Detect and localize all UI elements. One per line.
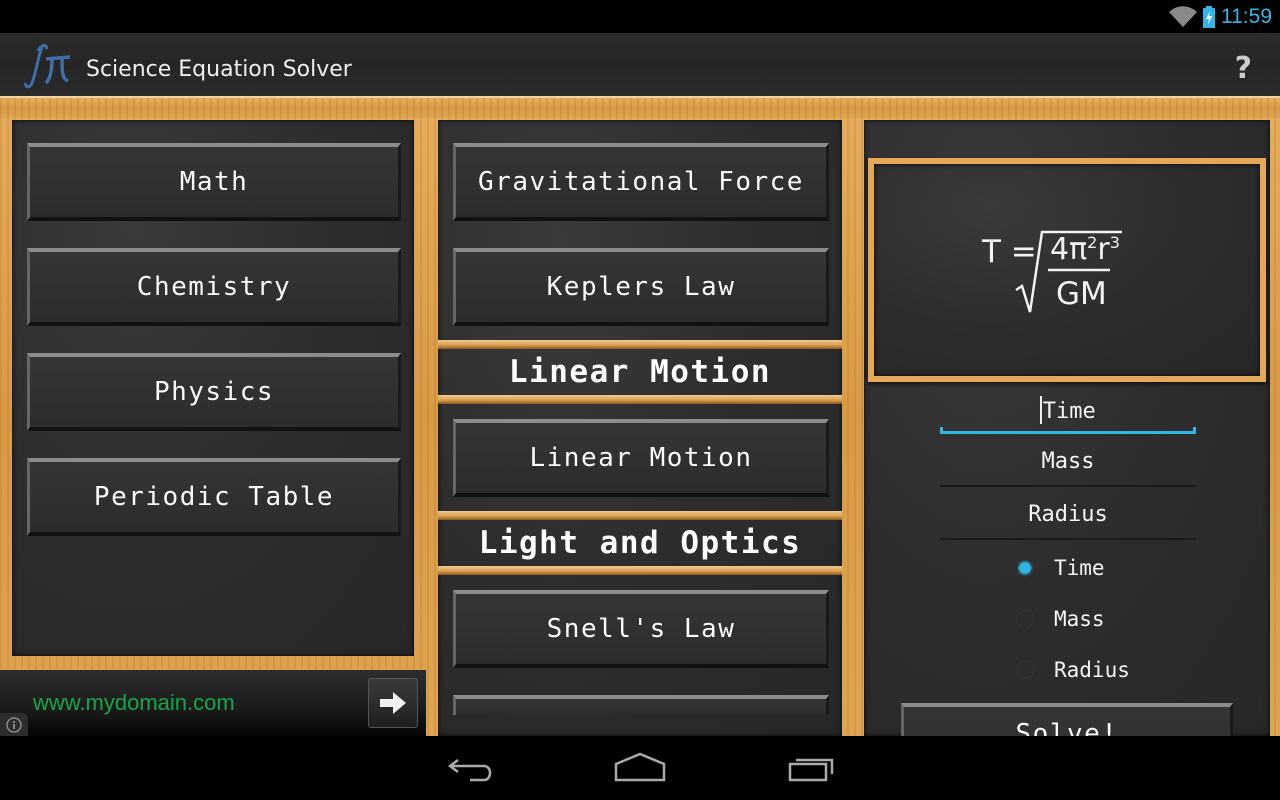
formula-denominator: GM: [1056, 276, 1107, 312]
category-label: Physics: [153, 377, 275, 407]
formula: T = 4π2r3 GM: [982, 226, 1142, 316]
equation-button-partial[interactable]: [453, 695, 829, 715]
ad-go-button[interactable]: [368, 678, 418, 728]
wood-rail: [438, 511, 842, 520]
category-label: Chemistry: [136, 272, 292, 302]
formula-display: T = 4π2r3 GM: [868, 158, 1266, 382]
category-label: Math: [179, 167, 249, 197]
recent-apps-icon[interactable]: [782, 750, 842, 786]
category-button-periodic-table[interactable]: Periodic Table: [27, 458, 401, 536]
home-icon[interactable]: [610, 750, 670, 786]
equation-label: Snell's Law: [546, 614, 736, 644]
section-header-light-and-optics: Light and Optics: [438, 511, 842, 575]
category-button-chemistry[interactable]: Chemistry: [27, 248, 401, 326]
top-wood-rail: [0, 96, 1280, 118]
info-icon: [6, 716, 22, 733]
text-cursor: [1040, 396, 1042, 424]
wood-rail: [438, 566, 842, 575]
section-title: Light and Optics: [478, 525, 802, 561]
section-title: Linear Motion: [508, 354, 772, 390]
formula-numerator: 4π2r3: [1050, 232, 1120, 267]
back-icon[interactable]: [440, 750, 500, 786]
app-title: Science Equation Solver: [86, 57, 352, 82]
equations-panel: Gravitational Force Keplers Law Linear M…: [438, 120, 842, 736]
ad-banner: www.mydomain.com: [0, 670, 426, 736]
equation-label: Keplers Law: [546, 272, 736, 302]
help-button[interactable]: ?: [1235, 51, 1252, 86]
mass-input[interactable]: Mass: [940, 443, 1196, 487]
battery-charging-icon: [1203, 6, 1215, 28]
solve-for-radio-radius[interactable]: Radius: [1016, 653, 1130, 687]
wood-rail: [438, 395, 842, 404]
radio-label: Time: [1054, 556, 1105, 580]
solve-button[interactable]: Solve!: [901, 703, 1233, 736]
equation-button-keplers-law[interactable]: Keplers Law: [453, 248, 829, 326]
content-area: Math Chemistry Physics Periodic Table Gr…: [0, 96, 1280, 736]
time-input[interactable]: Time: [940, 390, 1196, 434]
solve-for-radio-time[interactable]: Time: [1016, 551, 1105, 585]
status-bar: 11:59: [0, 0, 1280, 33]
categories-panel: Math Chemistry Physics Periodic Table: [12, 120, 414, 656]
solver-panel: T = 4π2r3 GM Time Mass Radius Time Mass …: [864, 120, 1270, 736]
clock: 11:59: [1221, 5, 1272, 28]
radio-label: Mass: [1054, 607, 1105, 631]
input-underline: [940, 427, 1196, 434]
radio-label: Radius: [1054, 658, 1130, 682]
time-input-placeholder: Time: [1042, 399, 1096, 424]
solve-button-label: Solve!: [1015, 719, 1119, 736]
radius-input[interactable]: Radius: [940, 496, 1196, 540]
section-header-linear-motion: Linear Motion: [438, 340, 842, 404]
navigation-bar: [0, 736, 1280, 800]
radio-unselected-icon: [1016, 661, 1034, 679]
equation-button-snells-law[interactable]: Snell's Law: [453, 590, 829, 668]
equation-button-linear-motion[interactable]: Linear Motion: [453, 419, 829, 497]
input-underline: [940, 538, 1196, 540]
wifi-icon: [1169, 6, 1197, 28]
equation-label: Linear Motion: [529, 443, 753, 473]
equation-label: Gravitational Force: [478, 167, 804, 197]
arrow-right-icon: [380, 692, 406, 714]
input-underline: [940, 485, 1196, 487]
mass-input-placeholder: Mass: [1041, 449, 1095, 474]
category-button-physics[interactable]: Physics: [27, 353, 401, 431]
category-label: Periodic Table: [93, 482, 335, 512]
radio-selected-icon: [1016, 559, 1034, 577]
ad-link[interactable]: www.mydomain.com: [33, 690, 235, 716]
action-bar: Science Equation Solver ?: [0, 33, 1280, 96]
radio-unselected-icon: [1016, 610, 1034, 628]
wood-rail: [438, 340, 842, 349]
ad-info-button[interactable]: [0, 713, 28, 736]
category-button-math[interactable]: Math: [27, 143, 401, 221]
app-logo-icon: [24, 44, 71, 89]
solve-for-radio-mass[interactable]: Mass: [1016, 602, 1105, 636]
equation-button-gravitational-force[interactable]: Gravitational Force: [453, 143, 829, 221]
radius-input-placeholder: Radius: [1028, 502, 1108, 527]
